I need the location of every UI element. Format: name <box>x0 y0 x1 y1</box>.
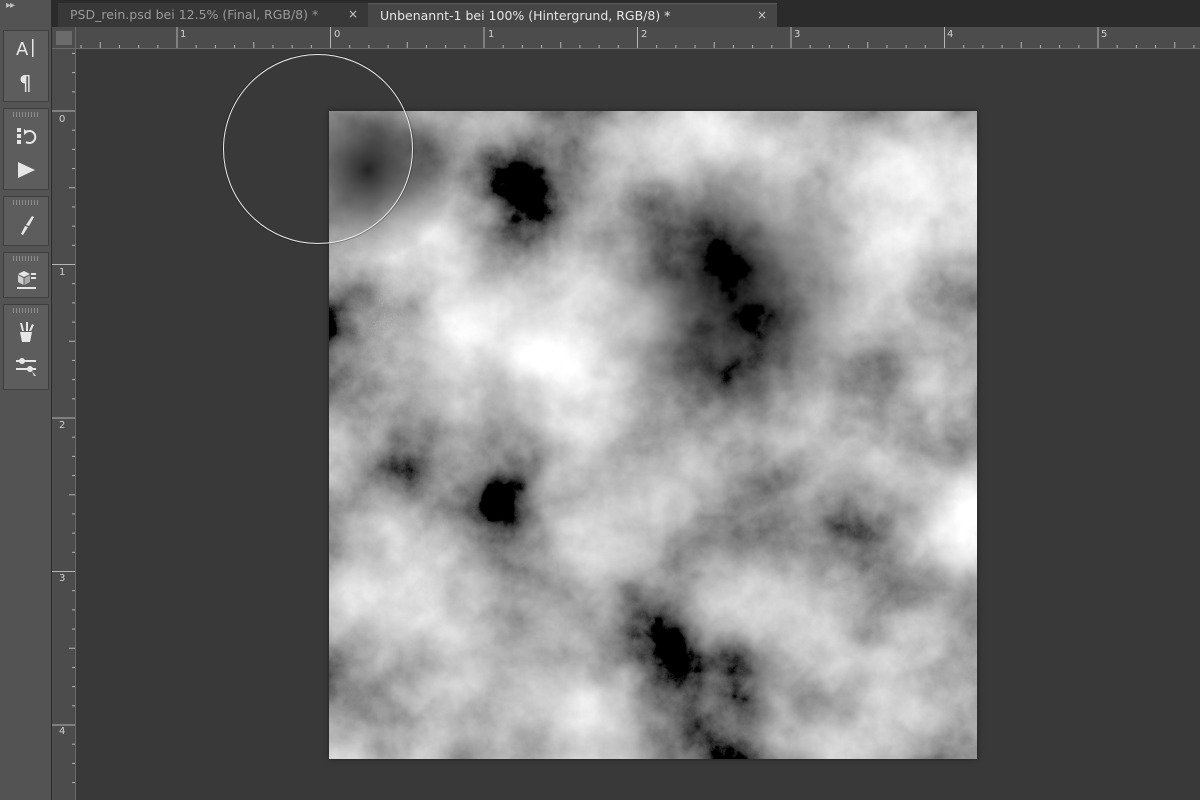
document-canvas[interactable] <box>329 111 977 759</box>
character-tool-icon[interactable]: A <box>4 31 48 65</box>
tool-group-text: A ¶ <box>3 30 49 102</box>
panel-grip[interactable] <box>13 256 39 261</box>
ruler-label: 4 <box>59 726 66 737</box>
clouds-render-image <box>329 111 977 759</box>
ruler-label: 2 <box>59 420 66 431</box>
tool-group-brush <box>3 196 49 246</box>
ruler-label: 3 <box>59 573 66 584</box>
ruler-label: 0 <box>59 114 66 125</box>
ruler-label: 0 <box>334 29 341 40</box>
brush-cursor-circle <box>223 54 413 244</box>
history-icon[interactable] <box>4 119 48 153</box>
tab-label: PSD_rein.psd bei 12.5% (Final, RGB/8) * <box>70 7 319 22</box>
tool-presets-icon[interactable] <box>4 315 48 349</box>
document-tab-bar: PSD_rein.psd bei 12.5% (Final, RGB/8) * … <box>52 0 1200 27</box>
ruler-label: 5 <box>1101 29 1108 40</box>
svg-text:¶: ¶ <box>19 71 32 94</box>
ruler-label: 3 <box>794 29 801 40</box>
paragraph-tool-icon[interactable]: ¶ <box>4 65 48 99</box>
3d-icon[interactable] <box>4 263 48 295</box>
ruler-label: 1 <box>488 29 495 40</box>
tab-psd-rein[interactable]: PSD_rein.psd bei 12.5% (Final, RGB/8) * … <box>58 3 368 27</box>
svg-text:A: A <box>16 39 29 60</box>
tab-label: Unbenannt-1 bei 100% (Hintergrund, RGB/8… <box>380 8 671 23</box>
panel-grip[interactable] <box>13 308 39 313</box>
brush-icon[interactable] <box>4 207 48 243</box>
vertical-ruler[interactable]: 0 1 2 3 4 <box>52 49 76 800</box>
tool-panel: ▸▸ A ¶ <box>0 0 52 800</box>
ruler-label: 1 <box>180 29 187 40</box>
tool-group-history <box>3 108 49 190</box>
ruler-origin-corner[interactable] <box>52 27 76 49</box>
tool-group-3d <box>3 252 49 298</box>
ruler-label: 1 <box>59 267 66 278</box>
ruler-label: 2 <box>641 29 648 40</box>
play-action-icon[interactable] <box>4 153 48 187</box>
close-icon[interactable]: × <box>348 3 358 26</box>
tab-unbenannt-1[interactable]: Unbenannt-1 bei 100% (Hintergrund, RGB/8… <box>368 3 777 27</box>
ruler-label: 4 <box>947 29 954 40</box>
collapse-panels-icon[interactable]: ▸▸ <box>6 1 15 11</box>
horizontal-ruler[interactable]: 1 0 1 2 3 4 5 <box>76 27 1200 49</box>
close-icon[interactable]: × <box>757 4 767 27</box>
panel-grip[interactable] <box>13 200 39 205</box>
tool-group-presets <box>3 304 49 390</box>
panel-grip[interactable] <box>13 112 39 117</box>
adjustments-icon[interactable] <box>4 349 48 383</box>
